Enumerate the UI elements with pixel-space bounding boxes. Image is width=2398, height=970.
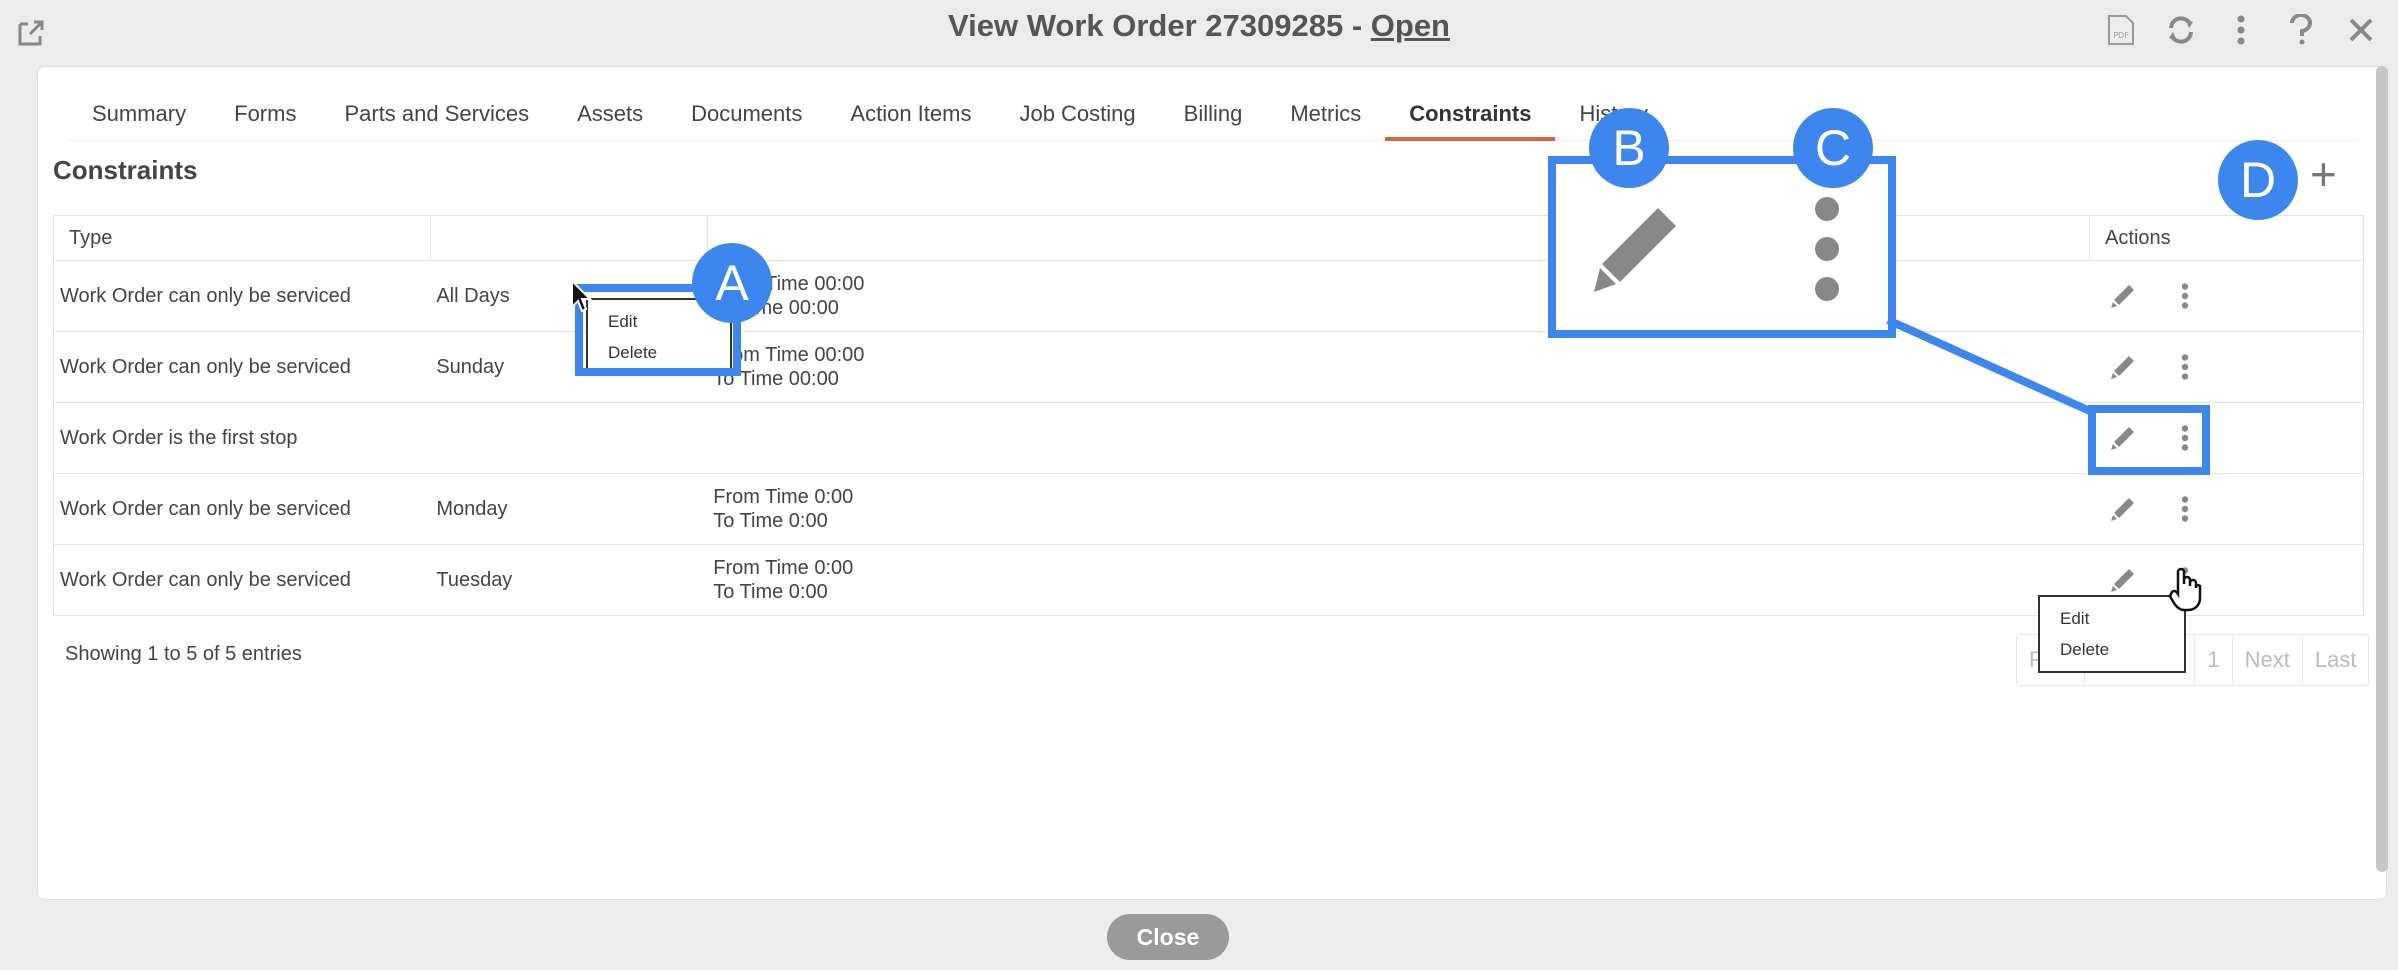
cell-actions: [2089, 260, 2364, 332]
vertical-scrollbar[interactable]: [2376, 66, 2388, 872]
cell-actions: [2089, 473, 2364, 545]
tab-documents[interactable]: Documents: [667, 93, 826, 141]
work-order-status-link[interactable]: Open: [1371, 8, 1450, 43]
svg-text:PDF: PDF: [2113, 31, 2129, 40]
column-header-day[interactable]: [429, 215, 708, 261]
table-row: Work Order can only be serviced Monday Fro…: [53, 473, 2364, 545]
more-actions-icon[interactable]: [2172, 496, 2198, 522]
cell-from-time: From Time 0:00: [713, 557, 854, 579]
tab-forms[interactable]: Forms: [210, 93, 320, 141]
hand-cursor-icon: [2168, 567, 2202, 612]
cell-time: From Time 0:00 To Time 0:00: [707, 473, 2090, 545]
cell-type: Work Order can only be serviced: [53, 331, 431, 403]
more-vertical-icon[interactable]: [2224, 13, 2258, 47]
callout-b-badge: B: [1589, 108, 1669, 188]
tab-assets[interactable]: Assets: [553, 93, 667, 141]
cell-actions: [2089, 331, 2364, 403]
column-header-type[interactable]: Type: [53, 215, 431, 261]
callout-row3-actions-box: [2088, 405, 2210, 475]
close-icon[interactable]: [2344, 13, 2378, 47]
help-icon[interactable]: [2284, 13, 2318, 47]
tab-action-items[interactable]: Action Items: [826, 93, 995, 141]
edit-pencil-zoom-icon: [1594, 208, 1676, 292]
page-title: View Work Order 27309285 - Open: [0, 8, 2398, 44]
arrow-cursor-icon: [571, 279, 592, 313]
tab-billing[interactable]: Billing: [1160, 93, 1267, 141]
edit-pencil-icon[interactable]: [2110, 354, 2136, 380]
more-vertical-zoom-icon: [1815, 197, 1839, 301]
more-actions-icon[interactable]: [2172, 283, 2198, 309]
cell-to-time: To Time 00:00: [713, 368, 839, 390]
pdf-icon[interactable]: PDF: [2104, 13, 2138, 47]
cell-day: [430, 402, 708, 474]
edit-pencil-icon[interactable]: [2110, 567, 2136, 593]
add-constraint-button[interactable]: +: [2310, 151, 2337, 197]
refresh-icon[interactable]: [2164, 13, 2198, 47]
title-bar: View Work Order 27309285 - Open PDF: [0, 0, 2398, 64]
context-menu-row5: Edit Delete: [2038, 595, 2186, 673]
pager-next[interactable]: Next: [2231, 635, 2302, 685]
cell-from-time: From Time 00:00: [713, 344, 865, 366]
cell-to-time: To Time 0:00: [713, 510, 828, 532]
cell-type: Work Order can only be serviced: [53, 473, 431, 545]
table-info: Showing 1 to 5 of 5 entries: [65, 643, 302, 665]
callout-connector-line: [1886, 316, 2094, 416]
work-order-panel: Summary Forms Parts and Services Assets …: [37, 66, 2387, 900]
pager-last[interactable]: Last: [2301, 635, 2369, 685]
callout-a-badge: A: [692, 243, 772, 323]
cell-to-time: To Time 0:00: [713, 581, 828, 603]
pager-page-1[interactable]: 1: [2194, 635, 2231, 685]
edit-pencil-icon[interactable]: [2110, 496, 2136, 522]
context-menu-edit[interactable]: Edit: [2040, 603, 2184, 634]
cell-day: Monday: [430, 473, 708, 545]
more-actions-icon[interactable]: [2172, 354, 2198, 380]
context-menu-delete[interactable]: Delete: [2040, 634, 2184, 665]
edit-pencil-icon[interactable]: [2110, 283, 2136, 309]
callout-d-badge: D: [2218, 140, 2298, 220]
table-row: Work Order can only be serviced Tuesday Fr…: [53, 544, 2364, 616]
cell-time: From Time 0:00 To Time 0:00: [707, 544, 2090, 616]
table-header-row: Type Actions: [53, 215, 2364, 261]
close-button[interactable]: Close: [1107, 914, 1229, 960]
tab-job-costing[interactable]: Job Costing: [995, 93, 1159, 141]
cell-type: Work Order can only be serviced: [53, 544, 431, 616]
tab-metrics[interactable]: Metrics: [1266, 93, 1385, 141]
cell-from-time: From Time 0:00: [713, 486, 854, 508]
cell-type: Work Order can only be serviced: [53, 260, 431, 332]
work-order-title: View Work Order 27309285 -: [948, 8, 1371, 43]
cell-type: Work Order is the first stop: [53, 402, 431, 474]
callout-c-badge: C: [1793, 108, 1873, 188]
tab-parts-and-services[interactable]: Parts and Services: [320, 93, 553, 141]
tab-constraints[interactable]: Constraints: [1385, 93, 1556, 141]
tab-summary[interactable]: Summary: [68, 93, 210, 141]
section-title: Constraints: [53, 155, 198, 185]
tab-bar: Summary Forms Parts and Services Assets …: [68, 93, 2358, 141]
cell-day: Tuesday: [430, 544, 708, 616]
column-header-actions: Actions: [2089, 215, 2364, 261]
